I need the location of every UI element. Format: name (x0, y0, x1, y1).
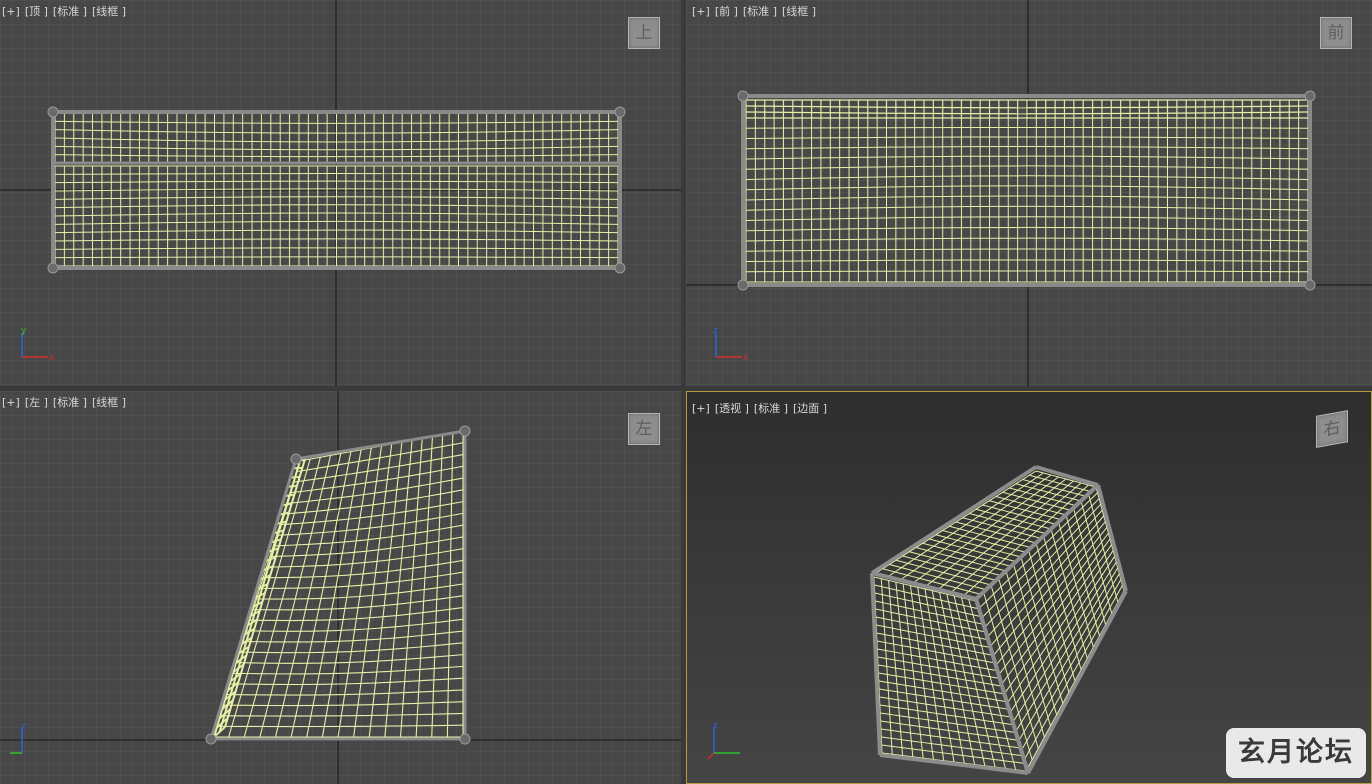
left-view-scene (0, 391, 681, 784)
viewport-label[interactable]: [+] [前 ] [标准 ] [线框 ] (692, 3, 821, 19)
view-cube[interactable]: 上 (628, 17, 660, 49)
watermark-logo: 玄月论坛 (1226, 728, 1366, 778)
perspective-view-scene (870, 465, 1128, 775)
viewport-label[interactable]: [+] [透视 ] [标准 ] [边面 ] (692, 400, 832, 416)
svg-text:x: x (743, 353, 749, 363)
render-mode[interactable]: [边面 ] (793, 402, 827, 415)
shading-preset[interactable]: [标准 ] (743, 5, 777, 18)
view-name[interactable]: [透视 ] (715, 402, 749, 415)
front-view-scene (686, 0, 1372, 386)
view-cube[interactable]: 右 (1316, 410, 1348, 448)
view-name[interactable]: [前 ] (715, 5, 738, 18)
viewport-left[interactable]: [+] [左 ] [标准 ] [线框 ] 左 z (0, 391, 681, 784)
viewport-front[interactable]: [+] [前 ] [标准 ] [线框 ] 前 z x (686, 0, 1372, 386)
shading-preset[interactable]: [标准 ] (754, 402, 788, 415)
render-mode[interactable]: [线框 ] (782, 5, 816, 18)
axis-tripod: z (707, 721, 740, 760)
svg-text:x: x (49, 353, 55, 363)
viewport-divider-horizontal[interactable] (0, 386, 1372, 391)
viewport-divider-vertical[interactable] (681, 0, 686, 784)
axis-tripod: z (10, 722, 26, 754)
top-view-scene (0, 0, 681, 386)
shading-preset[interactable]: [标准 ] (53, 5, 87, 18)
net-wireframe (870, 465, 1128, 775)
viewport-menu[interactable]: [+] (692, 5, 710, 18)
view-name[interactable]: [左 ] (25, 396, 48, 409)
viewport-menu[interactable]: [+] (2, 5, 20, 18)
axis-tripod: y x (21, 326, 55, 363)
view-cube[interactable]: 前 (1320, 17, 1352, 49)
svg-text:z: z (713, 721, 718, 731)
shading-preset[interactable]: [标准 ] (53, 396, 87, 409)
svg-text:z: z (713, 326, 718, 336)
svg-text:z: z (21, 722, 26, 732)
render-mode[interactable]: [线框 ] (92, 396, 126, 409)
viewport-label[interactable]: [+] [左 ] [标准 ] [线框 ] (2, 394, 131, 410)
viewport-menu[interactable]: [+] (2, 396, 20, 409)
viewport-perspective[interactable]: [+] [透视 ] [标准 ] [边面 ] 右 z 玄月论坛 (686, 391, 1372, 784)
viewport-top[interactable]: [+] [顶 ] [标准 ] [线框 ] 上 y x (0, 0, 681, 386)
render-mode[interactable]: [线框 ] (92, 5, 126, 18)
svg-text:y: y (21, 326, 27, 336)
viewport-menu[interactable]: [+] (692, 402, 710, 415)
viewport-label[interactable]: [+] [顶 ] [标准 ] [线框 ] (2, 3, 131, 19)
view-name[interactable]: [顶 ] (25, 5, 48, 18)
view-cube[interactable]: 左 (628, 413, 660, 445)
axis-tripod: z x (713, 326, 749, 363)
